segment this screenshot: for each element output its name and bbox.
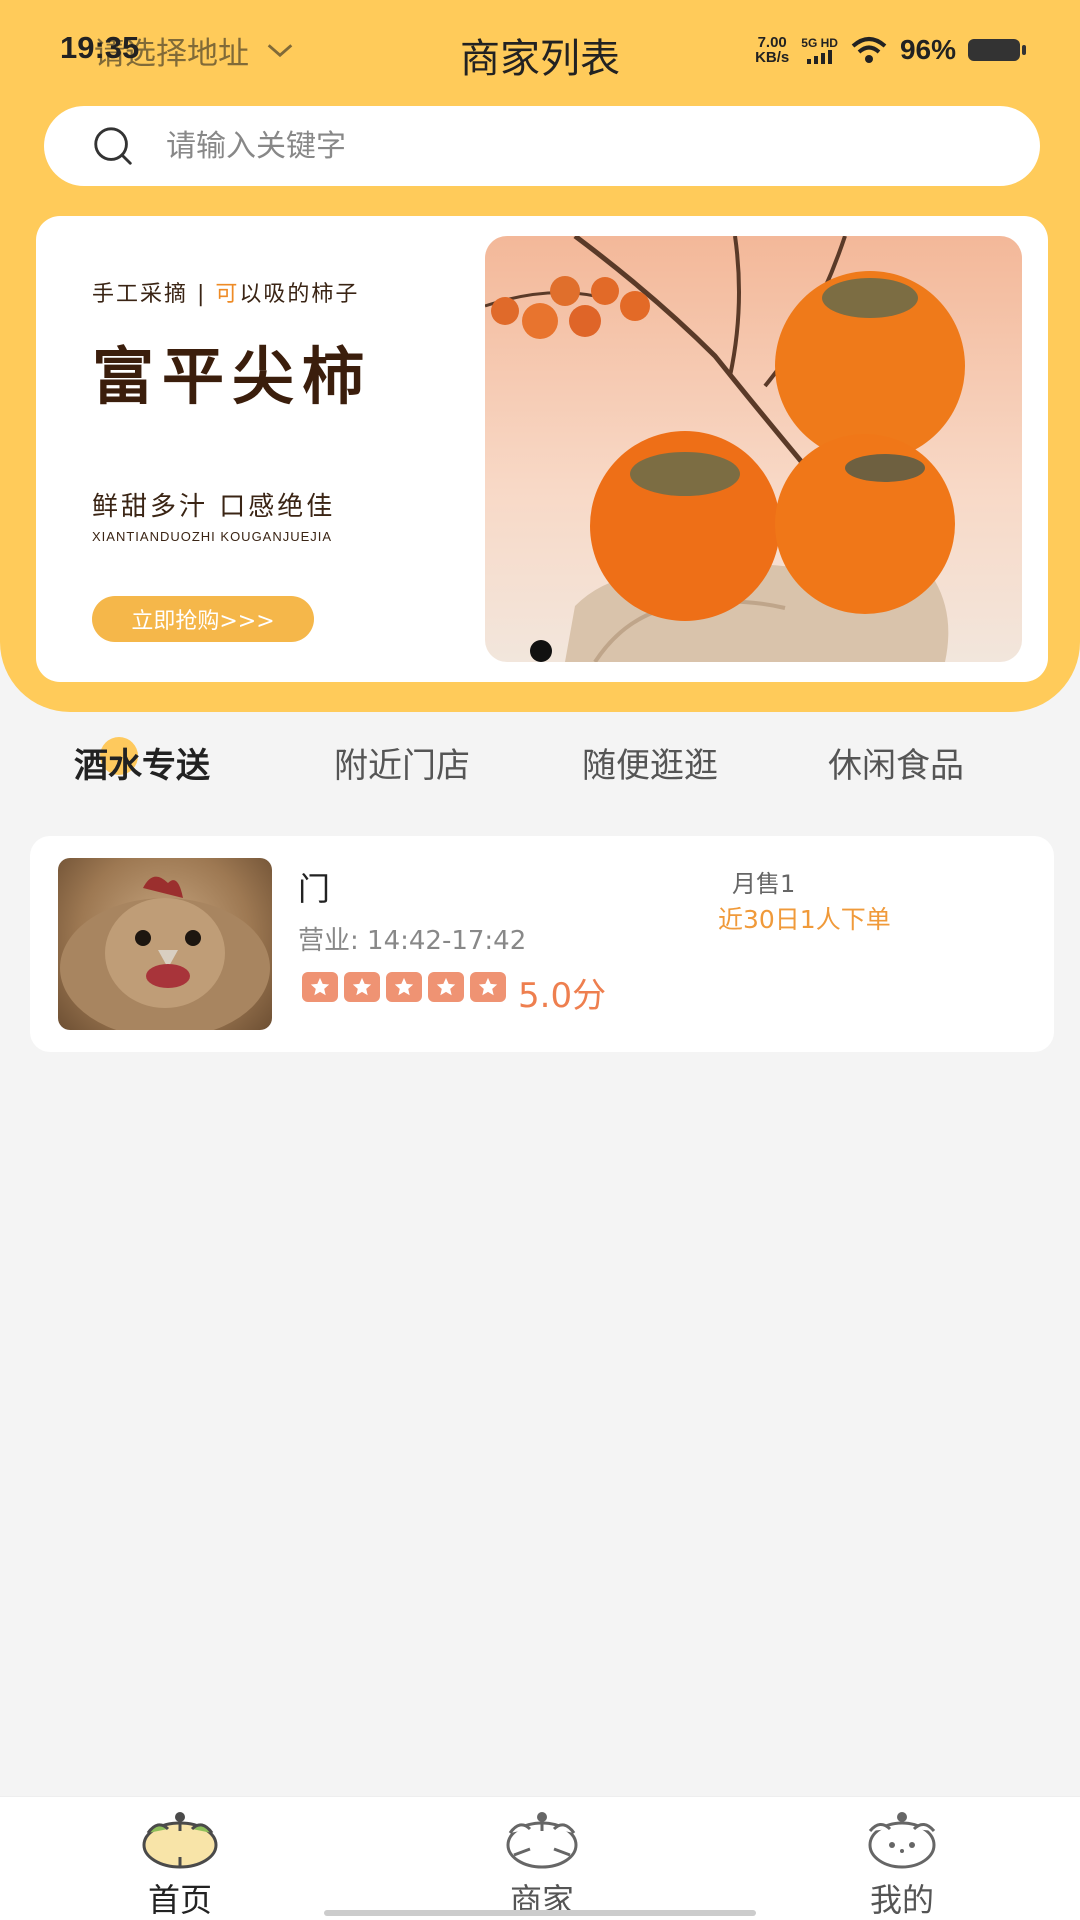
- network-speed: 7.00 KB/s: [755, 34, 790, 66]
- home-mascot-icon: [142, 1812, 218, 1869]
- buy-now-button[interactable]: 立即抢购>>>: [92, 596, 314, 642]
- carousel-indicator[interactable]: [530, 640, 552, 662]
- star-icon: [344, 972, 380, 1002]
- tab-snacks[interactable]: 休闲食品: [828, 738, 964, 787]
- search-input[interactable]: [166, 128, 966, 164]
- recent-orders: 近30日1人下单: [718, 905, 891, 934]
- nav-home[interactable]: 首页: [80, 1805, 280, 1920]
- status-bar-right: 7.00 KB/s 5G HD 96%: [755, 34, 1026, 66]
- store-score: 5.0分: [518, 976, 607, 1016]
- nav-profile-label: 我的: [869, 1881, 934, 1919]
- store-hours: 营业: 14:42-17:42: [298, 926, 527, 956]
- home-indicator[interactable]: [324, 1910, 756, 1916]
- nav-home-label: 首页: [147, 1881, 212, 1919]
- banner-pinyin: XIANTIANDUOZHI KOUGANJUEJIA: [92, 529, 333, 544]
- signal-bars-icon: [806, 50, 832, 64]
- tab-drinks-delivery[interactable]: 酒水专送: [74, 738, 210, 787]
- banner-title: 富平尖柿: [92, 326, 373, 416]
- star-icon: [302, 972, 338, 1002]
- banner-text: 手工采摘 | 可以吸的柿子 富平尖柿 鲜甜多汁 口感绝佳 XIANTIANDUO…: [92, 276, 373, 642]
- promo-banner[interactable]: 手工采摘 | 可以吸的柿子 富平尖柿 鲜甜多汁 口感绝佳 XIANTIANDUO…: [36, 216, 1048, 682]
- profile-mascot-icon: [868, 1812, 936, 1869]
- banner-subtitle: 鲜甜多汁 口感绝佳: [92, 492, 336, 522]
- battery-icon: [968, 39, 1026, 61]
- banner-tagline: 手工采摘 | 可以吸的柿子: [92, 282, 360, 307]
- star-icon: [386, 972, 422, 1002]
- star-icon: [428, 972, 464, 1002]
- category-tabs: 酒水专送 附近门店 随便逛逛 休闲食品: [0, 738, 1080, 798]
- tab-nearby-stores[interactable]: 附近门店: [334, 738, 470, 787]
- search-bar[interactable]: [44, 106, 1040, 186]
- store-card[interactable]: 门 营业: 14:42-17:42 5.0分 月售1 近30日1人下单: [30, 836, 1054, 1052]
- bottom-nav: 首页 商家 我的: [0, 1796, 1080, 1920]
- tab-browse[interactable]: 随便逛逛: [582, 738, 718, 787]
- store-mascot-icon: [506, 1812, 578, 1869]
- star-icon: [470, 972, 506, 1002]
- search-icon: [94, 127, 132, 165]
- persimmon-image: [485, 236, 1022, 662]
- store-thumbnail: [58, 858, 272, 1030]
- nav-stores[interactable]: 商家: [442, 1805, 642, 1920]
- monthly-sales: 月售1: [732, 870, 796, 898]
- signal-indicator: 5G HD: [801, 36, 838, 64]
- store-name: 门: [298, 870, 331, 908]
- wifi-icon: [851, 37, 887, 63]
- battery-percent: 96%: [899, 34, 956, 65]
- rating-stars: [302, 972, 506, 1002]
- nav-profile[interactable]: 我的: [802, 1805, 1002, 1920]
